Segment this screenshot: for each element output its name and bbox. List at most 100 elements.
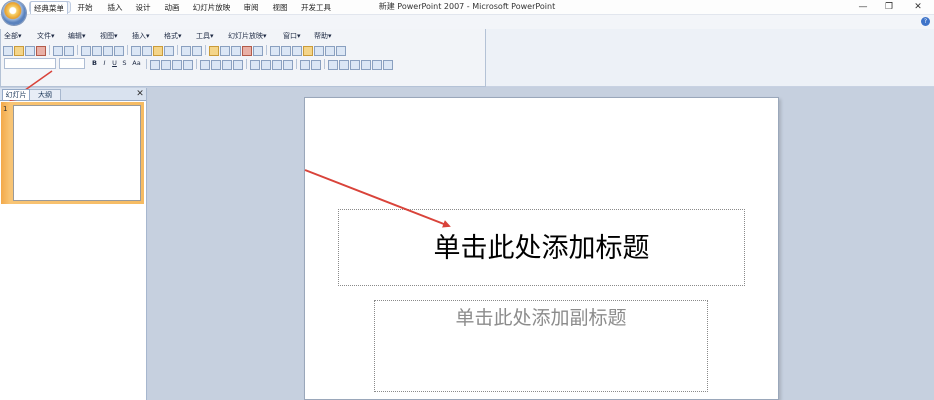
decrease-font-icon[interactable] bbox=[261, 60, 271, 70]
spelling-icon[interactable] bbox=[81, 46, 91, 56]
office-button[interactable] bbox=[2, 1, 26, 25]
clear-format-icon[interactable] bbox=[272, 60, 282, 70]
tab-classic-menu[interactable]: 经典菜单 bbox=[30, 1, 68, 14]
subtitle-placeholder-text: 单击此处添加副标题 bbox=[455, 307, 627, 329]
separator bbox=[246, 59, 247, 69]
menu-edit[interactable]: 编辑▾ bbox=[68, 31, 86, 42]
menu-file[interactable]: 文件▾ bbox=[37, 31, 55, 42]
separator bbox=[146, 59, 147, 69]
arrange-icon[interactable] bbox=[339, 60, 349, 70]
separator bbox=[324, 59, 325, 69]
permission-icon[interactable] bbox=[36, 46, 46, 56]
tab-slides[interactable]: 幻灯片 bbox=[2, 89, 30, 100]
change-case-button[interactable]: Aa bbox=[130, 59, 143, 68]
tab-home[interactable]: 开始 bbox=[72, 1, 98, 14]
tab-insert[interactable]: 插入 bbox=[102, 1, 128, 14]
fill-color-icon[interactable] bbox=[350, 60, 360, 70]
title-placeholder-text: 单击此处添加标题 bbox=[433, 233, 650, 264]
underline-button[interactable]: U bbox=[110, 59, 119, 68]
separator bbox=[77, 45, 78, 55]
increase-font-icon[interactable] bbox=[250, 60, 260, 70]
menu-all[interactable]: 全部▾ bbox=[4, 31, 22, 42]
bullets-icon[interactable] bbox=[222, 60, 232, 70]
hyperlink-icon[interactable] bbox=[231, 46, 241, 56]
separator bbox=[296, 59, 297, 69]
align-left-icon[interactable] bbox=[150, 60, 160, 70]
print-icon[interactable] bbox=[53, 46, 63, 56]
menu-window[interactable]: 窗口▾ bbox=[283, 31, 301, 42]
folder-icon[interactable] bbox=[303, 46, 313, 56]
restore-button[interactable]: ❐ bbox=[876, 0, 902, 14]
minimize-button[interactable]: — bbox=[850, 0, 876, 14]
close-pane-icon[interactable]: ✕ bbox=[135, 89, 145, 100]
help-icon[interactable] bbox=[336, 46, 346, 56]
menu-tools[interactable]: 工具▾ bbox=[196, 31, 214, 42]
tab-animation[interactable]: 动画 bbox=[159, 1, 185, 14]
paste-icon[interactable] bbox=[153, 46, 163, 56]
show-formatting-icon[interactable] bbox=[253, 46, 263, 56]
tab-slideshow[interactable]: 幻灯片放映 bbox=[189, 1, 234, 14]
ribbon-empty-area bbox=[486, 29, 934, 87]
open-icon[interactable] bbox=[14, 46, 24, 56]
align-center-icon[interactable] bbox=[161, 60, 171, 70]
slide-layout-icon[interactable] bbox=[281, 46, 291, 56]
menu-insert[interactable]: 插入▾ bbox=[132, 31, 150, 42]
line-color-icon[interactable] bbox=[361, 60, 371, 70]
chart-icon[interactable] bbox=[209, 46, 219, 56]
tab-outline[interactable]: 大纲 bbox=[29, 89, 61, 100]
ribbon-tab-row bbox=[0, 15, 934, 29]
textbox-icon[interactable] bbox=[292, 46, 302, 56]
design-icon[interactable] bbox=[300, 60, 310, 70]
slide-number: 1 bbox=[3, 105, 8, 113]
separator bbox=[196, 59, 197, 69]
redo-icon[interactable] bbox=[192, 46, 202, 56]
formatting-toolbar: B I U S Aa bbox=[90, 58, 393, 70]
separator bbox=[177, 45, 178, 55]
new-icon[interactable] bbox=[3, 46, 13, 56]
menu-view[interactable]: 视图▾ bbox=[100, 31, 118, 42]
font-size-combo[interactable] bbox=[59, 58, 85, 69]
save-icon[interactable] bbox=[25, 46, 35, 56]
more-icon[interactable] bbox=[383, 60, 393, 70]
italic-button[interactable]: I bbox=[100, 59, 109, 68]
menu-help[interactable]: 帮助▾ bbox=[314, 31, 332, 42]
translate-icon[interactable] bbox=[103, 46, 113, 56]
text-direction-icon[interactable] bbox=[283, 60, 293, 70]
line-spacing-icon[interactable] bbox=[211, 60, 221, 70]
close-button[interactable]: ✕ bbox=[905, 0, 931, 14]
zoom-dropdown-icon[interactable] bbox=[325, 46, 335, 56]
tab-developer[interactable]: 开发工具 bbox=[297, 1, 335, 14]
research-icon[interactable] bbox=[92, 46, 102, 56]
justify-icon[interactable] bbox=[183, 60, 193, 70]
table-icon[interactable] bbox=[220, 46, 230, 56]
slide-thumbnail[interactable] bbox=[13, 105, 141, 201]
menu-slideshow[interactable]: 幻灯片放映▾ bbox=[228, 31, 267, 42]
numbering-icon[interactable] bbox=[233, 60, 243, 70]
slide-design-icon[interactable] bbox=[311, 60, 321, 70]
font-name-combo[interactable] bbox=[4, 58, 56, 69]
print-preview-icon[interactable] bbox=[64, 46, 74, 56]
shadow-button[interactable]: S bbox=[120, 59, 129, 68]
tab-design[interactable]: 设计 bbox=[130, 1, 156, 14]
check-icon[interactable] bbox=[114, 46, 124, 56]
separator bbox=[49, 45, 50, 55]
picture-icon[interactable] bbox=[242, 46, 252, 56]
help-icon[interactable]: ? bbox=[921, 17, 930, 26]
menu-format[interactable]: 格式▾ bbox=[164, 31, 182, 42]
separator bbox=[127, 45, 128, 55]
separator bbox=[205, 45, 206, 55]
bold-button[interactable]: B bbox=[90, 59, 99, 68]
format-painter-icon[interactable] bbox=[164, 46, 174, 56]
cut-icon[interactable] bbox=[131, 46, 141, 56]
tab-review[interactable]: 审阅 bbox=[238, 1, 264, 14]
tab-view[interactable]: 视图 bbox=[267, 1, 293, 14]
separator bbox=[266, 45, 267, 55]
columns-icon[interactable] bbox=[200, 60, 210, 70]
zoom-icon[interactable] bbox=[314, 46, 324, 56]
undo-icon[interactable] bbox=[181, 46, 191, 56]
copy-icon[interactable] bbox=[142, 46, 152, 56]
shapes-icon[interactable] bbox=[328, 60, 338, 70]
new-slide-icon[interactable] bbox=[270, 46, 280, 56]
align-right-icon[interactable] bbox=[172, 60, 182, 70]
font-color-icon[interactable] bbox=[372, 60, 382, 70]
